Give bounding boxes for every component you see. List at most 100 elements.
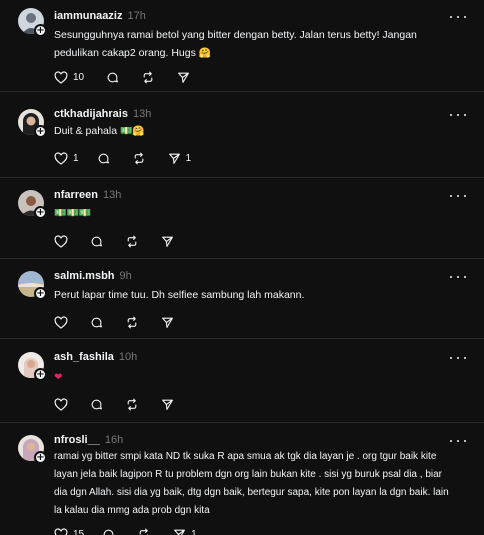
repost-arrows-icon bbox=[139, 528, 149, 535]
like-button[interactable]: 15 bbox=[54, 527, 85, 535]
paper-plane-icon bbox=[162, 399, 173, 410]
follow-plus-icon[interactable]: + bbox=[34, 24, 47, 37]
paper-plane-icon bbox=[168, 153, 180, 164]
like-button[interactable] bbox=[54, 234, 68, 248]
heart-outline-icon bbox=[54, 234, 68, 248]
post-header: ash_fashila 10h bbox=[54, 351, 137, 367]
username[interactable]: ctkhadijahrais bbox=[54, 108, 128, 120]
paper-plane-icon bbox=[178, 72, 190, 83]
repost-button[interactable] bbox=[137, 528, 151, 535]
more-dots-icon[interactable] bbox=[450, 110, 466, 120]
paper-plane-icon bbox=[174, 529, 186, 535]
share-button[interactable] bbox=[161, 398, 174, 411]
post-2[interactable]: + ctkhadijahrais 13h Duit & pahala 💵🤗 1 … bbox=[0, 97, 484, 178]
post-text: Perut lapar time tuu. Dh selfiee sambung… bbox=[54, 289, 305, 301]
money-stacks-emoji-icon: 💵💵💵 bbox=[54, 208, 92, 219]
share-button[interactable]: 1 bbox=[173, 528, 197, 535]
action-bar: 1 1 bbox=[54, 150, 213, 166]
username[interactable]: salmi.msbh bbox=[54, 270, 115, 282]
post-header: salmi.msbh 9h bbox=[54, 270, 132, 286]
username[interactable]: nfarreen bbox=[54, 189, 98, 201]
timestamp: 10h bbox=[118, 351, 138, 363]
paper-plane-icon bbox=[162, 317, 173, 328]
like-count: 15 bbox=[73, 528, 85, 535]
username[interactable]: iammunaaziz bbox=[54, 10, 122, 22]
post-text: 💵💵💵 bbox=[54, 204, 456, 223]
more-dots-icon[interactable] bbox=[450, 353, 466, 363]
action-bar: 15 1 bbox=[54, 526, 219, 535]
speech-bubble-icon bbox=[98, 153, 109, 163]
repost-arrows-icon bbox=[134, 152, 143, 164]
action-bar bbox=[54, 233, 196, 249]
speech-bubble-icon bbox=[91, 236, 102, 246]
username[interactable]: ash_fashila bbox=[54, 351, 114, 363]
post-5[interactable]: + ash_fashila 10h ❤ bbox=[0, 339, 484, 423]
heart-outline-icon bbox=[54, 70, 68, 84]
reply-button[interactable] bbox=[90, 235, 103, 248]
repost-button[interactable] bbox=[132, 152, 146, 165]
money-emoji-icon: 💵🤗 bbox=[119, 126, 145, 137]
speech-bubble-icon bbox=[103, 529, 114, 535]
share-button[interactable] bbox=[161, 235, 174, 248]
follow-plus-icon[interactable]: + bbox=[34, 287, 47, 300]
repost-arrows-icon bbox=[127, 235, 137, 247]
speech-bubble-icon bbox=[91, 317, 102, 327]
timestamp: 17h bbox=[127, 10, 146, 22]
post-text: Sesungguhnya ramai betol yang bitter den… bbox=[54, 29, 417, 59]
like-count: 1 bbox=[73, 152, 79, 164]
speech-bubble-icon bbox=[107, 72, 119, 82]
share-count: 1 bbox=[191, 528, 197, 535]
like-button[interactable] bbox=[54, 397, 68, 411]
reply-button[interactable] bbox=[90, 398, 103, 411]
timestamp: 13h bbox=[132, 108, 152, 120]
post-text: Duit & pahala 💵🤗 bbox=[54, 125, 145, 137]
reply-button[interactable] bbox=[90, 316, 103, 329]
like-button[interactable]: 10 bbox=[54, 70, 85, 84]
follow-plus-icon[interactable]: + bbox=[34, 368, 47, 381]
heart-outline-icon bbox=[54, 151, 68, 165]
heart-outline-icon bbox=[54, 397, 68, 411]
post-1[interactable]: + iammunaaziz 17h Sesungguhnya ramai bet… bbox=[0, 8, 484, 92]
timestamp: 9h bbox=[119, 270, 132, 282]
like-button[interactable]: 1 bbox=[54, 151, 79, 165]
share-button[interactable]: 1 bbox=[168, 152, 191, 165]
repost-arrows-icon bbox=[127, 398, 137, 410]
post-header: iammunaaziz 17h bbox=[54, 10, 146, 26]
post-header: nfarreen 13h bbox=[54, 189, 121, 205]
repost-button[interactable] bbox=[125, 235, 139, 248]
post-4[interactable]: + salmi.msbh 9h Perut lapar time tuu. Dh… bbox=[0, 259, 484, 339]
more-dots-icon[interactable] bbox=[450, 12, 466, 22]
like-count: 10 bbox=[73, 71, 85, 83]
share-button[interactable] bbox=[161, 316, 174, 329]
more-dots-icon[interactable] bbox=[450, 272, 466, 282]
action-bar: 10 bbox=[54, 69, 212, 85]
speech-bubble-icon bbox=[91, 399, 102, 409]
repost-button[interactable] bbox=[141, 71, 155, 84]
follow-plus-icon[interactable]: + bbox=[34, 206, 47, 219]
post-text: ❤ bbox=[54, 368, 456, 387]
reply-button[interactable] bbox=[97, 152, 110, 165]
more-dots-icon[interactable] bbox=[450, 436, 466, 446]
post-text: ramai yg bitter smpi kata ND tk suka R a… bbox=[54, 451, 449, 516]
heart-outline-icon bbox=[54, 315, 68, 329]
repost-button[interactable] bbox=[125, 398, 139, 411]
timestamp: 16h bbox=[104, 434, 124, 446]
repost-button[interactable] bbox=[125, 316, 139, 329]
share-button[interactable] bbox=[177, 71, 190, 84]
more-dots-icon[interactable] bbox=[450, 191, 466, 201]
reply-button[interactable] bbox=[102, 528, 115, 535]
red-heart-emoji-icon: ❤ bbox=[54, 372, 63, 383]
action-bar bbox=[54, 314, 196, 330]
post-6[interactable]: + nfrosli__ 16h ramai yg bitter smpi kat… bbox=[0, 423, 484, 535]
timestamp: 13h bbox=[103, 189, 122, 201]
follow-plus-icon[interactable]: + bbox=[34, 125, 47, 138]
reply-button[interactable] bbox=[106, 71, 119, 84]
action-bar bbox=[54, 396, 196, 412]
repost-arrows-icon bbox=[127, 316, 137, 328]
like-button[interactable] bbox=[54, 315, 68, 329]
heart-outline-icon bbox=[54, 527, 68, 535]
username[interactable]: nfrosli__ bbox=[54, 434, 100, 446]
follow-plus-icon[interactable]: + bbox=[34, 451, 47, 464]
post-3[interactable]: + nfarreen 13h 💵💵💵 bbox=[0, 178, 484, 259]
threads-feed: + iammunaaziz 17h Sesungguhnya ramai bet… bbox=[0, 0, 484, 535]
